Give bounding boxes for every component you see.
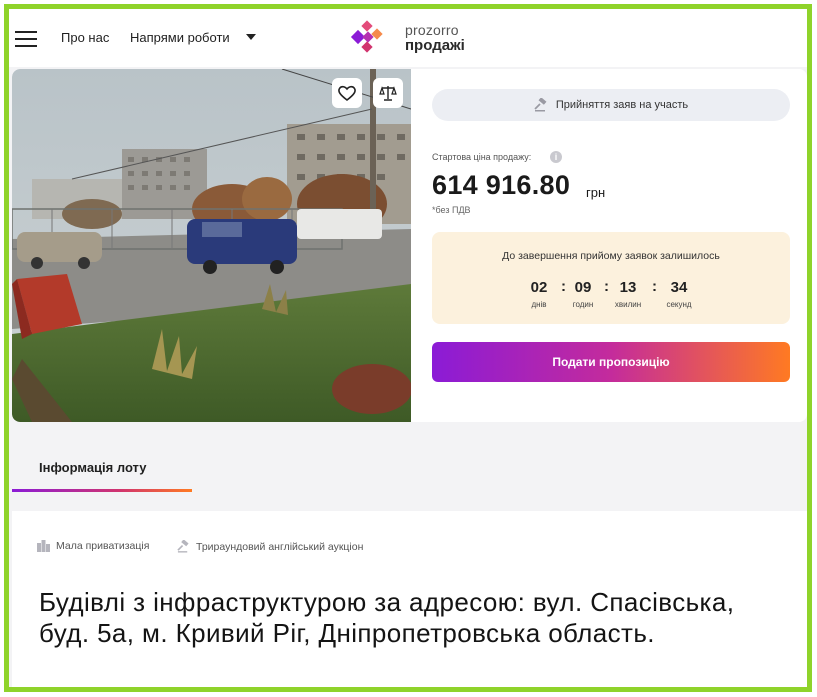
start-price-label: Стартова ціна продажу: (432, 152, 532, 162)
scales-icon (379, 86, 397, 101)
timer-days-label: днів (531, 300, 547, 309)
site-header: Про нас Напрями роботи prozorro продажі (9, 9, 807, 67)
logo-text-top: prozorro (405, 22, 459, 38)
timer-minutes: 13 (619, 279, 637, 296)
timer-days: 02 (530, 279, 548, 296)
tab-lot-info[interactable]: Інформація лоту (39, 460, 146, 475)
start-price-value: 614 916.80 (432, 170, 571, 200)
lot-category: Мала приватизація (37, 540, 149, 552)
chevron-down-icon[interactable] (246, 34, 256, 40)
timer-hours-label: годин (572, 300, 594, 309)
heart-icon (338, 85, 356, 101)
lot-photo[interactable] (12, 69, 411, 422)
nav-link-about[interactable]: Про нас (61, 30, 109, 45)
price-currency: грн (586, 185, 606, 200)
nav-link-directions[interactable]: Напрями роботи (130, 30, 230, 45)
info-icon[interactable]: i (550, 151, 562, 163)
compare-button[interactable] (373, 78, 403, 108)
auction-card: Прийняття заяв на участь Стартова ціна п… (12, 69, 807, 422)
building-icon (37, 540, 50, 552)
timer-seconds: 34 (670, 279, 688, 296)
submit-bid-button[interactable]: Подати пропозицію (432, 342, 790, 382)
lot-category-label: Мала приватизація (56, 540, 150, 552)
vat-note: *без ПДВ (432, 205, 471, 215)
lot-auction-type-label: Трираундовий англійський аукціон (196, 540, 364, 553)
timer-minutes-label: хвилин (614, 300, 642, 309)
timer-separator: : (561, 278, 566, 295)
menu-icon[interactable] (15, 31, 37, 47)
gavel-icon (534, 98, 547, 112)
auction-panel: Прийняття заяв на участь Стартова ціна п… (432, 69, 792, 422)
timer-seconds-label: секунд (666, 300, 692, 309)
lot-info-section: Мала приватизація Трираундовий англійськ… (12, 511, 807, 687)
status-badge: Прийняття заяв на участь (432, 89, 790, 121)
lot-photo-image (12, 69, 411, 422)
countdown-timer: До завершення прийому заявок залишилось … (432, 232, 790, 324)
page-frame: Про нас Напрями роботи prozorro продажі (4, 4, 812, 692)
timer-hours: 09 (574, 279, 592, 296)
logo-text-bottom: продажі (405, 37, 465, 54)
favorite-button[interactable] (332, 78, 362, 108)
gavel-icon (177, 540, 190, 553)
timer-separator: : (604, 278, 609, 295)
lot-title: Будівлі з інфраструктурою за адресою: ву… (39, 587, 735, 648)
active-tab-indicator (12, 489, 192, 492)
timer-separator: : (652, 278, 657, 295)
prozorro-logo-icon (350, 20, 383, 53)
status-text: Прийняття заяв на участь (555, 99, 689, 111)
lot-auction-type: Трираундовий англійський аукціон (177, 540, 363, 553)
timer-title: До завершення прийому заявок залишилось (502, 250, 720, 262)
prozorro-logo[interactable]: prozorro продажі (349, 18, 489, 56)
